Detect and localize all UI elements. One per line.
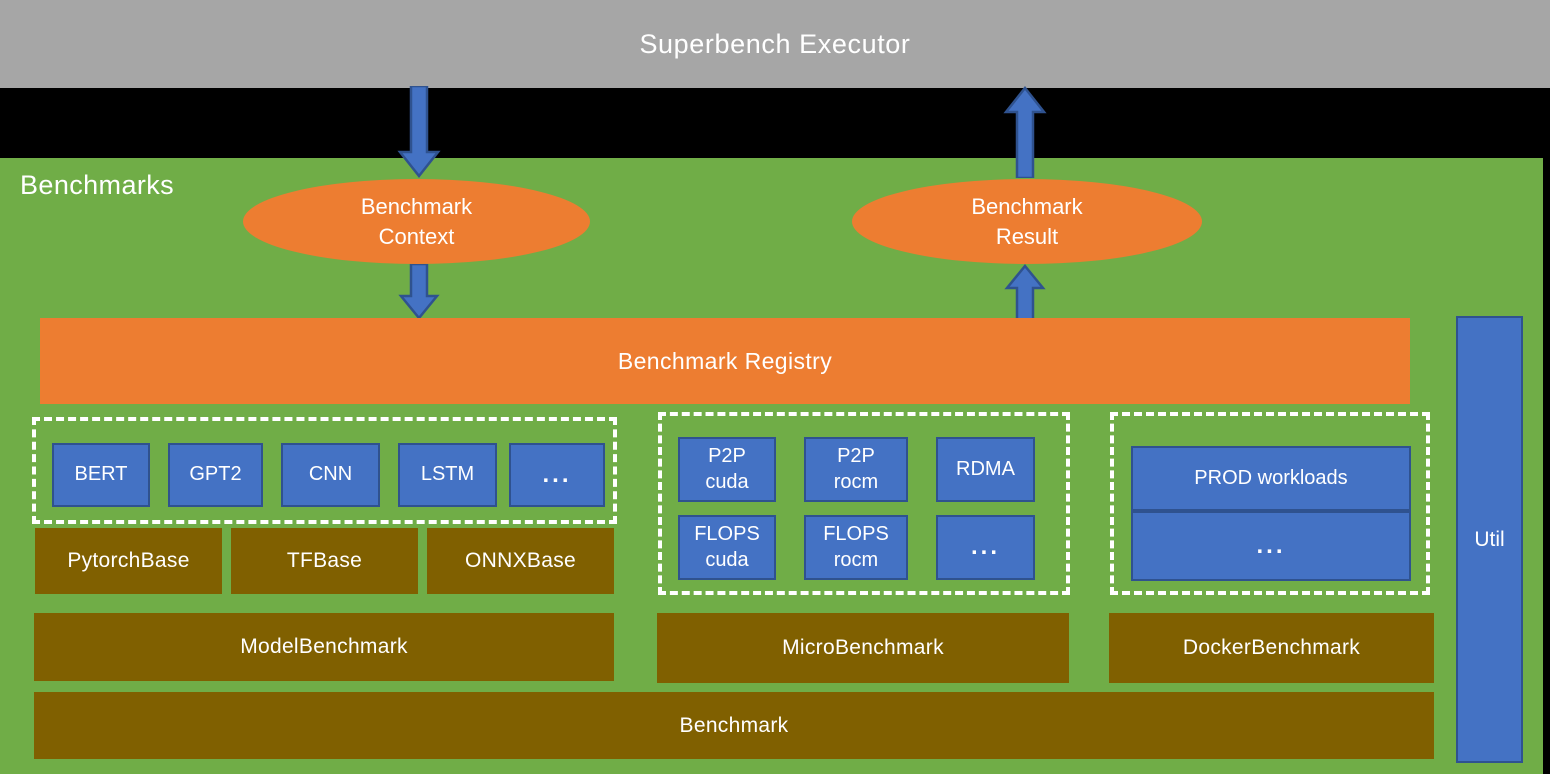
micro-block-flops-cuda-line2: cuda xyxy=(705,548,749,571)
arrow-executor-to-context xyxy=(397,86,441,178)
base-class-benchmark-bar[interactable]: Benchmark xyxy=(34,692,1434,759)
model-block-more[interactable]: ... xyxy=(509,443,605,507)
base-block-pytorchbase[interactable]: PytorchBase xyxy=(35,528,222,594)
docker-block-more-label: ... xyxy=(1256,531,1286,559)
micro-block-more-label: ... xyxy=(970,533,1000,561)
benchmark-result-line2: Result xyxy=(995,223,1059,249)
micro-block-flops-rocm-line2: rocm xyxy=(833,548,879,571)
model-block-lstm[interactable]: LSTM xyxy=(398,443,497,507)
benchmark-registry-label: Benchmark Registry xyxy=(617,347,833,374)
diagram-canvas: Superbench Executor Benchmarks Benchmark… xyxy=(0,0,1550,774)
micro-block-flops-rocm[interactable]: FLOPS rocm xyxy=(804,515,908,580)
model-block-gpt2[interactable]: GPT2 xyxy=(168,443,263,507)
arrow-context-to-registry xyxy=(398,264,440,320)
parent-block-microbenchmark-label: MicroBenchmark xyxy=(782,636,944,659)
superbench-executor-band: Superbench Executor xyxy=(0,0,1550,88)
benchmark-result-line1: Benchmark xyxy=(971,194,1083,220)
model-block-gpt2-label: GPT2 xyxy=(189,463,242,486)
micro-block-flops-rocm-line1: FLOPS xyxy=(823,522,889,545)
micro-block-flops-cuda-line1: FLOPS xyxy=(694,522,760,545)
parent-block-dockerbenchmark-label: DockerBenchmark xyxy=(1182,636,1361,659)
micro-block-p2p-cuda[interactable]: P2P cuda xyxy=(678,437,776,502)
docker-block-prod-workloads-label: PROD workloads xyxy=(1194,466,1348,489)
benchmark-context-line2: Context xyxy=(378,223,455,249)
benchmark-result-ellipse: Benchmark Result xyxy=(852,179,1202,264)
model-block-cnn[interactable]: CNN xyxy=(281,443,380,507)
model-block-cnn-label: CNN xyxy=(308,463,353,486)
benchmarks-panel-label: Benchmarks xyxy=(20,170,175,200)
util-sidebar-label: Util xyxy=(1474,527,1505,551)
benchmark-context-line1: Benchmark xyxy=(360,194,473,220)
util-sidebar-block[interactable]: Util xyxy=(1456,316,1523,763)
micro-block-p2p-rocm-line2: rocm xyxy=(833,470,879,493)
docker-block-more[interactable]: ... xyxy=(1131,511,1411,581)
micro-block-rdma-label: RDMA xyxy=(956,457,1015,480)
base-class-benchmark-label: Benchmark xyxy=(679,713,789,737)
docker-block-prod-workloads[interactable]: PROD workloads xyxy=(1131,446,1411,511)
parent-block-modelbenchmark-label: ModelBenchmark xyxy=(240,635,408,658)
micro-block-p2p-rocm[interactable]: P2P rocm xyxy=(804,437,908,502)
micro-block-more[interactable]: ... xyxy=(936,515,1035,580)
micro-block-p2p-cuda-line2: cuda xyxy=(705,470,749,493)
base-block-pytorchbase-label: PytorchBase xyxy=(67,549,190,572)
model-block-lstm-label: LSTM xyxy=(420,463,475,486)
arrow-result-to-executor xyxy=(1003,86,1047,178)
model-block-bert[interactable]: BERT xyxy=(52,443,150,507)
model-block-bert-label: BERT xyxy=(74,463,128,486)
micro-block-flops-cuda[interactable]: FLOPS cuda xyxy=(678,515,776,580)
micro-block-p2p-rocm-line1: P2P xyxy=(837,444,875,467)
micro-block-p2p-cuda-line1: P2P xyxy=(708,444,746,467)
parent-block-dockerbenchmark[interactable]: DockerBenchmark xyxy=(1109,613,1434,683)
parent-block-microbenchmark[interactable]: MicroBenchmark xyxy=(657,613,1069,683)
base-block-onnxbase-label: ONNXBase xyxy=(465,549,576,572)
micro-block-rdma[interactable]: RDMA xyxy=(936,437,1035,502)
base-block-onnxbase[interactable]: ONNXBase xyxy=(427,528,614,594)
parent-block-modelbenchmark[interactable]: ModelBenchmark xyxy=(34,613,614,681)
base-block-tfbase-label: TFBase xyxy=(286,549,363,572)
model-block-more-label: ... xyxy=(542,460,572,488)
superbench-executor-title: Superbench Executor xyxy=(639,28,911,59)
arrow-registry-to-result xyxy=(1004,264,1046,320)
base-block-tfbase[interactable]: TFBase xyxy=(231,528,418,594)
benchmark-registry-bar: Benchmark Registry xyxy=(40,318,1410,404)
benchmark-context-ellipse: Benchmark Context xyxy=(243,179,590,264)
